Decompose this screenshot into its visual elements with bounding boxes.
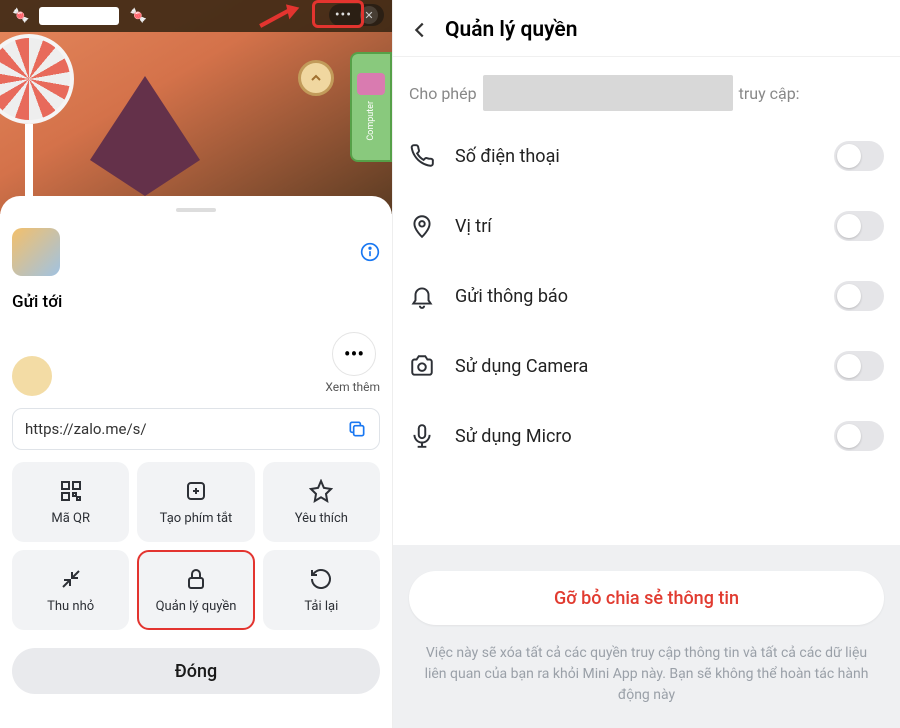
mic-icon: [409, 423, 435, 449]
permissions-header: Quản lý quyền: [393, 0, 900, 57]
permission-microphone: Sử dụng Micro: [393, 401, 900, 471]
redacted-title: [39, 7, 119, 25]
camera-icon: [409, 353, 435, 379]
toggle-camera[interactable]: [834, 351, 884, 381]
sheet-grabber[interactable]: [176, 208, 216, 212]
side-tab-icon: [357, 73, 385, 95]
toggle-microphone[interactable]: [834, 421, 884, 451]
action-sheet: Gửi tới ••• Xem thêm https://zalo.me/s/ …: [0, 196, 392, 728]
permission-notification: Gửi thông báo: [393, 261, 900, 331]
info-icon[interactable]: [360, 242, 380, 262]
tile-label: Yêu thích: [295, 511, 348, 526]
location-icon: [409, 213, 435, 239]
computer-side-tab[interactable]: Computer: [350, 52, 392, 162]
page-title: Quản lý quyền: [445, 18, 577, 42]
favorite-tile[interactable]: Yêu thích: [263, 462, 380, 542]
subtitle-prefix: Cho phép: [409, 84, 477, 103]
candy-icon: 🍬: [12, 8, 29, 24]
permission-label: Số điện thoại: [455, 146, 814, 167]
star-icon: [309, 479, 333, 503]
recipient-avatar[interactable]: [12, 356, 52, 396]
left-panel: 🍬 🍬 ••• ✕ Computer Gửi tới: [0, 0, 392, 728]
window-controls: ••• ✕: [329, 4, 384, 26]
permission-camera: Sử dụng Camera: [393, 331, 900, 401]
create-shortcut-tile[interactable]: Tạo phím tắt: [137, 462, 254, 542]
toggle-location[interactable]: [834, 211, 884, 241]
permission-location: Vị trí: [393, 191, 900, 261]
scroll-up-button[interactable]: [298, 60, 334, 96]
send-to-heading: Gửi tới: [12, 292, 380, 312]
bottom-area: Gỡ bỏ chia sẻ thông tin Việc này sẽ xóa …: [393, 545, 900, 728]
permissions-subtitle: Cho phép truy cập:: [393, 57, 900, 121]
send-to-row: ••• Xem thêm: [12, 328, 380, 398]
tile-label: Tạo phím tắt: [160, 511, 233, 526]
permissions-list: Số điện thoại Vị trí Gửi thông báo Sử dụ…: [393, 121, 900, 471]
copy-icon[interactable]: [347, 419, 367, 439]
permission-label: Sử dụng Micro: [455, 426, 814, 447]
manage-permissions-tile[interactable]: Quản lý quyền: [137, 550, 254, 630]
action-grid: Mã QR Tạo phím tắt Yêu thích Thu nhỏ Quả…: [12, 462, 380, 630]
reload-icon: [309, 567, 333, 591]
qr-code-tile[interactable]: Mã QR: [12, 462, 129, 542]
share-link-box[interactable]: https://zalo.me/s/: [12, 408, 380, 450]
subtitle-suffix: truy cập:: [739, 84, 800, 103]
close-button[interactable]: ✕: [360, 6, 378, 24]
add-shortcut-icon: [184, 479, 208, 503]
lollipop-decoration: [0, 34, 74, 124]
toggle-phone[interactable]: [834, 141, 884, 171]
redacted-app-name: [483, 75, 733, 111]
lock-icon: [184, 567, 208, 591]
side-tab-label: Computer: [366, 101, 376, 141]
candy-icon: 🍬: [129, 8, 146, 24]
tile-label: Mã QR: [51, 511, 90, 526]
close-sheet-label: Đóng: [175, 661, 217, 682]
close-sheet-button[interactable]: Đóng: [12, 648, 380, 694]
game-background: 🍬 🍬 ••• ✕ Computer: [0, 0, 392, 214]
phone-icon: [409, 143, 435, 169]
toggle-notification[interactable]: [834, 281, 884, 311]
minimize-tile[interactable]: Thu nhỏ: [12, 550, 129, 630]
permission-phone: Số điện thoại: [393, 121, 900, 191]
berry-decoration: [90, 76, 200, 196]
permission-label: Vị trí: [455, 216, 814, 237]
share-link-text: https://zalo.me/s/: [25, 420, 147, 438]
more-menu-button[interactable]: •••: [335, 7, 352, 23]
qr-icon: [59, 479, 83, 503]
more-recipients-button[interactable]: •••: [332, 332, 376, 376]
more-recipients-label: Xem thêm: [325, 380, 380, 394]
tile-label: Thu nhỏ: [47, 599, 94, 614]
minimize-icon: [59, 567, 83, 591]
permission-label: Sử dụng Camera: [455, 356, 814, 377]
app-info-row: [12, 228, 380, 276]
remove-sharing-button[interactable]: Gỡ bỏ chia sẻ thông tin: [409, 571, 884, 625]
disclaimer-text: Việc này sẽ xóa tất cả các quyền truy cậ…: [409, 643, 884, 706]
remove-sharing-label: Gỡ bỏ chia sẻ thông tin: [554, 588, 739, 609]
app-icon: [12, 228, 60, 276]
right-panel: Quản lý quyền Cho phép truy cập: Số điện…: [392, 0, 900, 728]
tile-label: Quản lý quyền: [156, 599, 237, 614]
back-icon[interactable]: [409, 19, 431, 41]
bell-icon: [409, 283, 435, 309]
permission-label: Gửi thông báo: [455, 286, 814, 307]
reload-tile[interactable]: Tải lại: [263, 550, 380, 630]
tile-label: Tải lại: [304, 599, 338, 614]
